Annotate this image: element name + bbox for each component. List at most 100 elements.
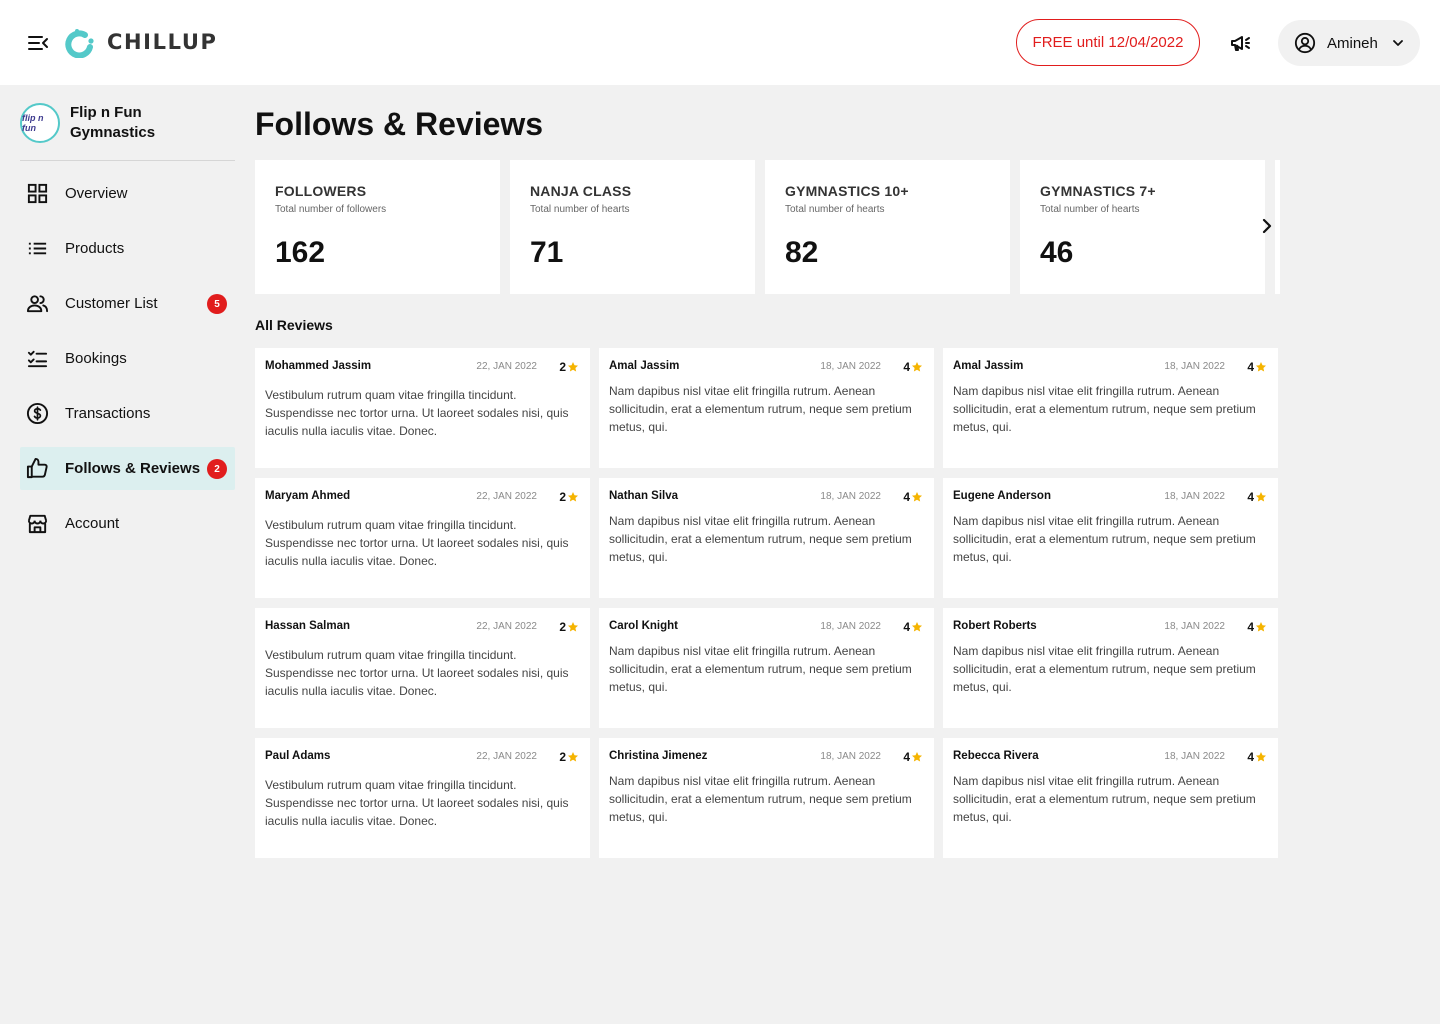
stat-card-nanja-class: NANJA CLASS Total number of hearts 71 [510, 160, 755, 294]
top-bar: CHILLUP FREE until 12/04/2022 Amineh [0, 0, 1440, 85]
sidebar-item-label: Follows & Reviews [65, 460, 201, 477]
review-text: Nam dapibus nisl vitae elit fringilla ru… [609, 644, 912, 694]
all-reviews-heading: All Reviews [255, 317, 333, 333]
stat-card-gymnastics-7: GYMNASTICS 7+ Total number of hearts 46 [1020, 160, 1265, 294]
thumbs-up-icon [26, 457, 48, 479]
review-card[interactable]: Robert Roberts 18, JAN 2022 4 Nam dapibu… [943, 608, 1278, 728]
review-card[interactable]: Eugene Anderson 18, JAN 2022 4 Nam dapib… [943, 478, 1278, 598]
stat-title: NANJA CLASS [530, 183, 632, 199]
review-date: 22, JAN 2022 [476, 361, 537, 372]
sidebar-item-overview[interactable]: Overview [20, 172, 235, 215]
reviewer-name: Eugene Anderson [953, 490, 1051, 502]
review-rating: 4 [1247, 490, 1254, 504]
sidebar-item-label: Account [65, 515, 120, 532]
review-card[interactable]: Christina Jimenez 18, JAN 2022 4 Nam dap… [599, 738, 934, 858]
review-rating: 4 [1247, 750, 1254, 764]
stat-value: 46 [1040, 236, 1074, 269]
reviewer-name: Amal Jassim [609, 360, 680, 372]
stat-card-gymnastics-10: GYMNASTICS 10+ Total number of hearts 82 [765, 160, 1010, 294]
review-date: 18, JAN 2022 [820, 491, 881, 502]
users-icon [26, 295, 49, 313]
sidebar-item-products[interactable]: Products [20, 227, 235, 270]
review-rating: 2 [559, 490, 566, 504]
review-text: Vestibulum rutrum quam vitae fringilla t… [265, 648, 569, 698]
sidebar-item-follows-reviews[interactable]: Follows & Reviews 2 [20, 447, 235, 490]
stats-carousel: FOLLOWERS Total number of followers 162 … [255, 160, 1280, 294]
review-date: 18, JAN 2022 [1164, 621, 1225, 632]
star-icon [912, 362, 922, 372]
sidebar-item-label: Overview [65, 185, 128, 202]
business-logo: flip n fun [20, 102, 60, 143]
review-card[interactable]: Amal Jassim 18, JAN 2022 4 Nam dapibus n… [599, 348, 934, 468]
chevron-right-icon[interactable] [1258, 217, 1276, 235]
sidebar-item-label: Products [65, 240, 125, 257]
star-icon [1256, 752, 1266, 762]
reviewer-name: Paul Adams [265, 750, 331, 762]
review-rating: 4 [903, 490, 910, 504]
review-text: Vestibulum rutrum quam vitae fringilla t… [265, 778, 569, 828]
review-card[interactable]: Carol Knight 18, JAN 2022 4 Nam dapibus … [599, 608, 934, 728]
review-card[interactable]: Mohammed Jassim 22, JAN 2022 2 Vestibulu… [255, 348, 590, 468]
stat-value: 162 [275, 236, 326, 269]
app-logo[interactable]: CHILLUP [64, 26, 217, 58]
review-card[interactable]: Nathan Silva 18, JAN 2022 4 Nam dapibus … [599, 478, 934, 598]
review-rating: 4 [903, 360, 910, 374]
review-date: 18, JAN 2022 [820, 361, 881, 372]
sidebar-item-label: Customer List [65, 295, 158, 312]
sidebar: flip n fun Flip n Fun Gymnastics Overvie… [20, 85, 235, 557]
star-icon [568, 492, 578, 502]
review-date: 22, JAN 2022 [476, 621, 537, 632]
star-icon [568, 752, 578, 762]
star-icon [912, 492, 922, 502]
review-rating: 4 [1247, 360, 1254, 374]
reviewer-name: Maryam Ahmed [265, 490, 351, 502]
checklist-icon [27, 350, 48, 368]
sidebar-item-transactions[interactable]: Transactions [20, 392, 235, 435]
review-date: 22, JAN 2022 [476, 751, 537, 762]
business-profile[interactable]: flip n fun Flip n Fun Gymnastics [20, 85, 235, 161]
review-date: 18, JAN 2022 [1164, 361, 1225, 372]
review-card[interactable]: Rebecca Rivera 18, JAN 2022 4 Nam dapibu… [943, 738, 1278, 858]
review-text: Vestibulum rutrum quam vitae fringilla t… [265, 518, 569, 568]
stat-title: FOLLOWERS [275, 183, 367, 199]
menu-collapse-icon[interactable] [26, 31, 50, 55]
app-name: CHILLUP [107, 30, 218, 54]
star-icon [1256, 362, 1266, 372]
star-icon [568, 362, 578, 372]
reviewer-name: Nathan Silva [609, 490, 679, 502]
review-rating: 4 [903, 750, 910, 764]
stat-card-followers: FOLLOWERS Total number of followers 162 [255, 160, 500, 294]
sidebar-item-account[interactable]: Account [20, 502, 235, 545]
review-card[interactable]: Paul Adams 22, JAN 2022 2 Vestibulum rut… [255, 738, 590, 858]
list-icon [28, 242, 47, 255]
user-menu[interactable]: Amineh [1278, 20, 1420, 66]
sidebar-item-customer-list[interactable]: Customer List 5 [20, 282, 235, 325]
star-icon [568, 622, 578, 632]
sidebar-item-label: Transactions [65, 405, 151, 422]
reviewer-name: Rebecca Rivera [953, 750, 1039, 762]
review-card[interactable]: Maryam Ahmed 22, JAN 2022 2 Vestibulum r… [255, 478, 590, 598]
star-icon [912, 752, 922, 762]
notification-badge: 2 [207, 459, 227, 479]
chillup-logo-icon [65, 29, 94, 58]
user-name: Amineh [1327, 34, 1378, 52]
stat-value: 82 [785, 236, 819, 269]
review-rating: 2 [559, 750, 566, 764]
review-rating: 4 [1247, 620, 1254, 634]
megaphone-icon[interactable] [1228, 31, 1252, 55]
reviewer-name: Robert Roberts [953, 620, 1037, 632]
review-card[interactable]: Amal Jassim 18, JAN 2022 4 Nam dapibus n… [943, 348, 1278, 468]
reviewer-name: Christina Jimenez [609, 750, 708, 762]
review-date: 18, JAN 2022 [820, 751, 881, 762]
stat-title: GYMNASTICS 10+ [785, 183, 909, 199]
review-text: Nam dapibus nisl vitae elit fringilla ru… [953, 644, 1256, 694]
star-icon [912, 622, 922, 632]
reviewer-name: Mohammed Jassim [265, 360, 372, 372]
review-card[interactable]: Hassan Salman 22, JAN 2022 2 Vestibulum … [255, 608, 590, 728]
reviewer-name: Hassan Salman [265, 620, 351, 632]
reviewer-name: Carol Knight [609, 620, 678, 632]
free-trial-button[interactable]: FREE until 12/04/2022 [1016, 19, 1200, 66]
business-name: Flip n Fun Gymnastics [70, 103, 156, 141]
sidebar-item-bookings[interactable]: Bookings [20, 337, 235, 380]
stat-value: 71 [530, 236, 564, 269]
